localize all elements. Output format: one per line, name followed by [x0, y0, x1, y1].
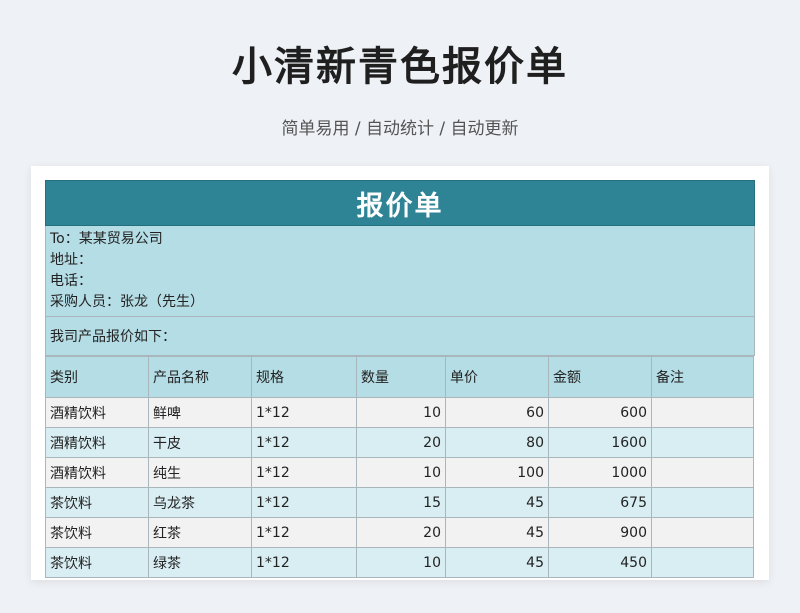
cell-amount[interactable]: 675 [548, 487, 652, 518]
cell-spec[interactable]: 1*12 [251, 487, 357, 518]
quote-table: 类别 产品名称 规格 数量 单价 金额 备注 酒精饮料 鲜啤 1*12 10 6… [45, 356, 754, 578]
cell-amount[interactable]: 900 [548, 517, 652, 548]
cell-spec[interactable]: 1*12 [251, 547, 357, 578]
cell-spec[interactable]: 1*12 [251, 427, 357, 458]
cell-price[interactable]: 45 [445, 547, 549, 578]
info-phone[interactable]: 电话： [50, 271, 750, 292]
cell-amount[interactable]: 1000 [548, 457, 652, 488]
table-row: 酒精饮料 干皮 1*12 20 80 1600 [45, 427, 754, 458]
col-header-note[interactable]: 备注 [651, 356, 754, 398]
cell-product[interactable]: 纯生 [148, 457, 252, 488]
cell-amount[interactable]: 1600 [548, 427, 652, 458]
cell-qty[interactable]: 15 [356, 487, 446, 518]
cell-category[interactable]: 茶饮料 [45, 487, 149, 518]
col-header-qty[interactable]: 数量 [356, 356, 446, 398]
cell-spec[interactable]: 1*12 [251, 517, 357, 548]
cell-category[interactable]: 酒精饮料 [45, 397, 149, 428]
cell-category[interactable]: 茶饮料 [45, 517, 149, 548]
page-subtitle: 简单易用 / 自动统计 / 自动更新 [281, 119, 519, 139]
sheet-title: 报价单 [45, 180, 755, 226]
cell-qty[interactable]: 20 [356, 517, 446, 548]
cell-product[interactable]: 鲜啤 [148, 397, 252, 428]
cell-qty[interactable]: 10 [356, 457, 446, 488]
cell-price[interactable]: 45 [445, 487, 549, 518]
col-header-price[interactable]: 单价 [445, 356, 549, 398]
cell-price[interactable]: 45 [445, 517, 549, 548]
cell-qty[interactable]: 20 [356, 427, 446, 458]
cell-note[interactable] [651, 397, 754, 428]
cell-category[interactable]: 酒精饮料 [45, 427, 149, 458]
table-row: 茶饮料 绿茶 1*12 10 45 450 [45, 547, 754, 578]
quote-sheet: 报价单 To：某某贸易公司 地址： 电话： 采购人员：张龙（先生） 我司产品报价… [45, 180, 755, 580]
cell-note[interactable] [651, 427, 754, 458]
cell-qty[interactable]: 10 [356, 397, 446, 428]
quote-intro[interactable]: 我司产品报价如下： [45, 316, 755, 356]
table-row: 茶饮料 乌龙茶 1*12 15 45 675 [45, 487, 754, 518]
cell-price[interactable]: 80 [445, 427, 549, 458]
cell-product[interactable]: 红茶 [148, 517, 252, 548]
cell-price[interactable]: 60 [445, 397, 549, 428]
table-row: 茶饮料 红茶 1*12 20 45 900 [45, 517, 754, 548]
info-address[interactable]: 地址： [50, 250, 750, 271]
table-row: 酒精饮料 纯生 1*12 10 100 1000 [45, 457, 754, 488]
cell-note[interactable] [651, 457, 754, 488]
cell-amount[interactable]: 600 [548, 397, 652, 428]
cell-spec[interactable]: 1*12 [251, 397, 357, 428]
cell-spec[interactable]: 1*12 [251, 457, 357, 488]
col-header-spec[interactable]: 规格 [251, 356, 357, 398]
table-header-row: 类别 产品名称 规格 数量 单价 金额 备注 [45, 356, 754, 398]
cell-product[interactable]: 绿茶 [148, 547, 252, 578]
page-title: 小清新青色报价单 [232, 44, 568, 90]
cell-amount[interactable]: 450 [548, 547, 652, 578]
col-header-category[interactable]: 类别 [45, 356, 149, 398]
sheet-card: 报价单 To：某某贸易公司 地址： 电话： 采购人员：张龙（先生） 我司产品报价… [31, 166, 769, 580]
cell-note[interactable] [651, 517, 754, 548]
info-to[interactable]: To：某某贸易公司 [50, 229, 750, 250]
cell-note[interactable] [651, 547, 754, 578]
cell-price[interactable]: 100 [445, 457, 549, 488]
col-header-amount[interactable]: 金额 [548, 356, 652, 398]
cell-note[interactable] [651, 487, 754, 518]
table-row: 酒精饮料 鲜啤 1*12 10 60 600 [45, 397, 754, 428]
cell-product[interactable]: 干皮 [148, 427, 252, 458]
cell-qty[interactable]: 10 [356, 547, 446, 578]
info-buyer[interactable]: 采购人员：张龙（先生） [50, 292, 750, 313]
customer-info: To：某某贸易公司 地址： 电话： 采购人员：张龙（先生） [45, 226, 755, 316]
col-header-product[interactable]: 产品名称 [148, 356, 252, 398]
cell-category[interactable]: 酒精饮料 [45, 457, 149, 488]
cell-product[interactable]: 乌龙茶 [148, 487, 252, 518]
cell-category[interactable]: 茶饮料 [45, 547, 149, 578]
